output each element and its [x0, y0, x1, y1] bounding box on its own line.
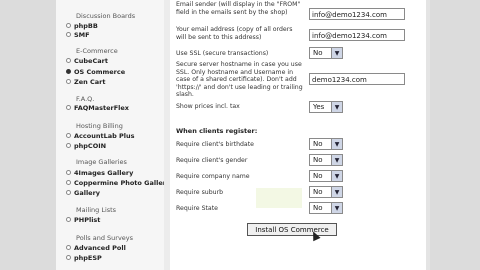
ssl-select[interactable]: No ▼	[309, 47, 343, 59]
sidebar-item-cubecart[interactable]: CubeCart	[66, 56, 108, 65]
require-suburb-label: Require suburb	[176, 189, 224, 196]
store-email-label: Email sender (will display in the "FROM"…	[176, 1, 301, 16]
section-title-discussion-boards: Discussion Boards	[76, 12, 136, 20]
radio-bullet-selected-icon	[66, 69, 71, 74]
require-company-label: Require company name	[176, 173, 250, 180]
section-title-image-galleries: Image Galleries	[76, 158, 127, 166]
ssl-hostname-label: Secure server hostname in case you use S…	[176, 61, 303, 98]
radio-bullet-icon	[66, 58, 71, 63]
sidebar-item-coppermine-photo-gallery[interactable]: Coppermine Photo Gallery	[66, 178, 170, 187]
chevron-down-icon: ▼	[331, 48, 342, 58]
sidebar-item-gallery[interactable]: Gallery	[66, 188, 100, 197]
radio-bullet-icon	[66, 143, 71, 148]
store-email-input[interactable]: info@demo1234.com	[309, 8, 405, 20]
chevron-down-icon: ▼	[331, 187, 342, 197]
require-state-label: Require State	[176, 205, 218, 212]
orders-email-input[interactable]: info@demo1234.com	[309, 29, 405, 41]
section-title-polls-and-surveys: Polls and Surveys	[76, 234, 134, 242]
sidebar-item-phpcoin[interactable]: phpCOIN	[66, 141, 106, 150]
clients-register-heading: When clients register:	[176, 127, 258, 135]
radio-bullet-icon	[66, 255, 71, 260]
section-title-e-commerce: E-Commerce	[76, 47, 118, 55]
require-company-select[interactable]: No ▼	[309, 170, 343, 182]
sidebar-item-accountlab-plus[interactable]: AccountLab Plus	[66, 131, 135, 140]
chevron-down-icon: ▼	[331, 102, 342, 112]
require-birthdate-label: Require client's birthdate	[176, 141, 254, 148]
radio-bullet-icon	[66, 190, 71, 195]
ssl-hostname-input[interactable]: demo1234.com	[309, 73, 405, 85]
sidebar-item-4images-gallery[interactable]: 4Images Gallery	[66, 168, 133, 177]
sidebar-item-faqmasterflex[interactable]: FAQMasterFlex	[66, 103, 129, 112]
chevron-down-icon: ▼	[331, 139, 342, 149]
radio-bullet-icon	[66, 32, 71, 37]
sidebar-item-advanced-poll[interactable]: Advanced Poll	[66, 243, 126, 252]
sidebar-item-phplist[interactable]: PHPlist	[66, 215, 100, 224]
require-state-select[interactable]: No ▼	[309, 202, 343, 214]
radio-bullet-icon	[66, 23, 71, 28]
radio-bullet-icon	[66, 105, 71, 110]
right-window-margin	[430, 0, 480, 270]
ssl-label: Use SSL (secure transactions)	[176, 50, 269, 57]
left-window-margin	[0, 0, 56, 270]
sidebar-item-os-commerce[interactable]: OS Commerce	[66, 67, 125, 76]
sidebar-item-phpbb[interactable]: phpBB	[66, 21, 98, 30]
section-title-mailing-lists: Mailing Lists	[76, 206, 117, 214]
sidebar-item-zen-cart[interactable]: Zen Cart	[66, 77, 105, 86]
chevron-down-icon: ▼	[331, 155, 342, 165]
chevron-down-icon: ▼	[331, 203, 342, 213]
section-title-hosting-billing: Hosting Billing	[76, 122, 123, 130]
sidebar-item-smf[interactable]: SMF	[66, 30, 90, 39]
prices-tax-select[interactable]: Yes ▼	[309, 101, 343, 113]
radio-bullet-icon	[66, 170, 71, 175]
prices-tax-label: Show prices incl. tax	[176, 103, 240, 110]
orders-email-label: Your email address (copy of all orders w…	[176, 26, 293, 41]
require-gender-label: Require client's gender	[176, 157, 248, 164]
radio-bullet-icon	[66, 133, 71, 138]
require-suburb-select[interactable]: No ▼	[309, 186, 343, 198]
require-gender-select[interactable]: No ▼	[309, 154, 343, 166]
section-title-faq: F.A.Q.	[76, 95, 95, 103]
chevron-down-icon: ▼	[331, 171, 342, 181]
install-os-commerce-button[interactable]: Install OS Commerce	[247, 223, 337, 236]
radio-bullet-icon	[66, 245, 71, 250]
sidebar-item-phpesp[interactable]: phpESP	[66, 253, 102, 262]
radio-bullet-icon	[66, 180, 71, 185]
require-birthdate-select[interactable]: No ▼	[309, 138, 343, 150]
radio-bullet-icon	[66, 79, 71, 84]
radio-bullet-icon	[66, 217, 71, 222]
